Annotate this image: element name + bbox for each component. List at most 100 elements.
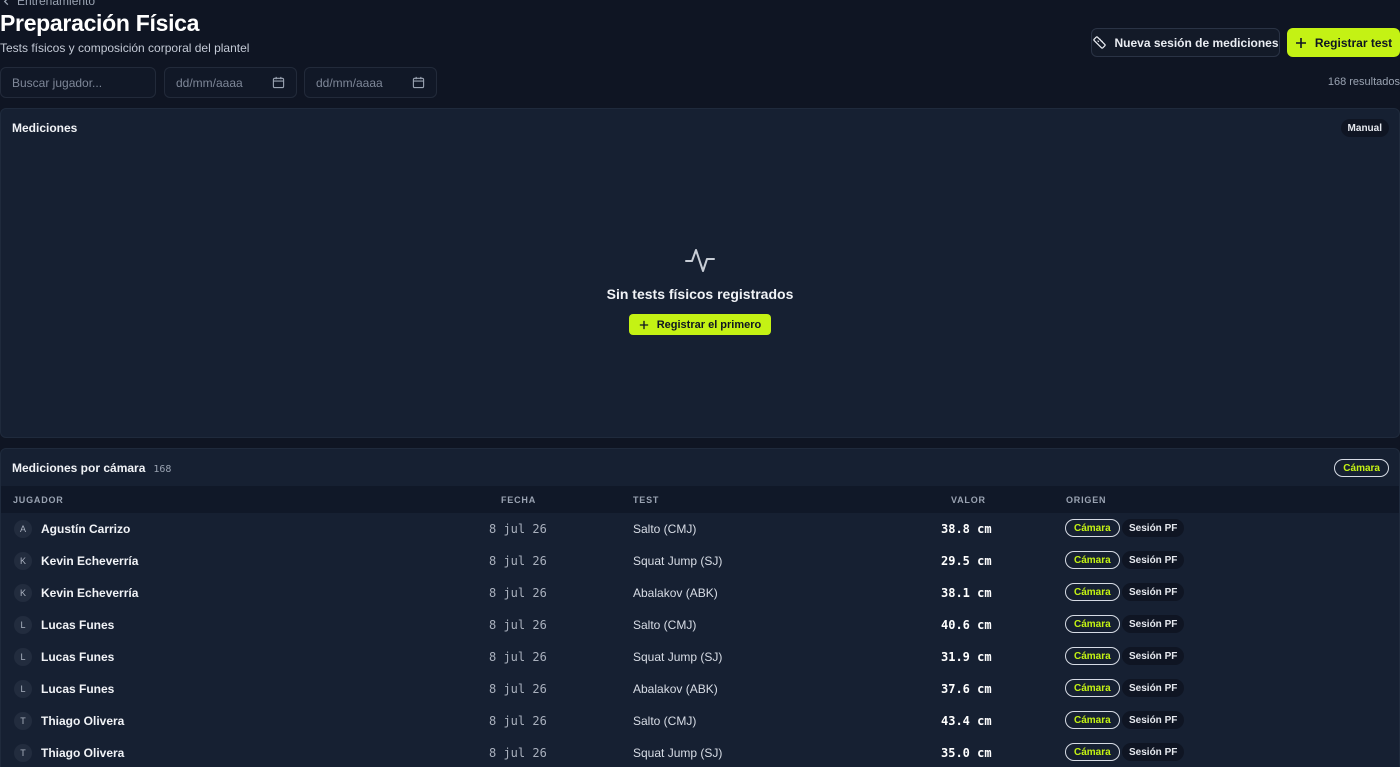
source-badge: Sesión PF <box>1122 679 1185 697</box>
register-first-label: Registrar el primero <box>656 318 762 331</box>
test-name: Salto (CMJ) <box>633 714 697 728</box>
empty-state: Sin tests físicos registrados Registrar … <box>1 244 1399 335</box>
register-test-button[interactable]: Registrar test <box>1287 28 1400 57</box>
search-input[interactable] <box>12 75 144 90</box>
measurement-value: 38.8 cm <box>941 522 992 536</box>
player-name[interactable]: Lucas Funes <box>41 682 114 696</box>
date-to-input[interactable] <box>316 75 412 90</box>
test-name: Abalakov (ABK) <box>633 586 718 600</box>
table-row[interactable]: K Kevin Echeverría 8 jul 26 Squat Jump (… <box>1 545 1399 577</box>
player-name[interactable]: Lucas Funes <box>41 618 114 632</box>
measurement-date: 8 jul 26 <box>489 618 547 632</box>
avatar: T <box>14 744 32 762</box>
origin-badge: Cámara <box>1065 583 1120 601</box>
table-row[interactable]: L Lucas Funes 8 jul 26 Salto (CMJ) 40.6 … <box>1 609 1399 641</box>
source-badge: Sesión PF <box>1122 615 1185 633</box>
table-row[interactable]: A Agustín Carrizo 8 jul 26 Salto (CMJ) 3… <box>1 513 1399 545</box>
table-header: JUGADOR FECHA TEST VALOR ORIGEN <box>1 486 1399 513</box>
measurement-date: 8 jul 26 <box>489 554 547 568</box>
table-row[interactable]: L Lucas Funes 8 jul 26 Abalakov (ABK) 37… <box>1 673 1399 705</box>
avatar: L <box>14 648 32 666</box>
register-first-button[interactable]: Registrar el primero <box>628 314 772 335</box>
register-test-label: Registrar test <box>1314 35 1393 50</box>
measurement-date: 8 jul 26 <box>489 714 547 728</box>
measurement-value: 35.0 cm <box>941 746 992 760</box>
table-row[interactable]: T Thiago Olivera 8 jul 26 Salto (CMJ) 43… <box>1 705 1399 737</box>
avatar: L <box>14 616 32 634</box>
origin-badge: Cámara <box>1065 551 1120 569</box>
camera-measurements-panel: Mediciones por cámara 168 Cámara JUGADOR… <box>0 448 1400 767</box>
back-link[interactable]: Entrenamiento <box>2 0 95 8</box>
measurement-date: 8 jul 26 <box>489 746 547 760</box>
date-from-field[interactable] <box>164 67 297 98</box>
source-badge: Sesión PF <box>1122 743 1185 761</box>
avatar: K <box>14 584 32 602</box>
ruler-icon <box>1093 36 1107 49</box>
date-to-field[interactable] <box>304 67 437 98</box>
source-badge: Sesión PF <box>1122 551 1185 569</box>
measurement-date: 8 jul 26 <box>489 682 547 696</box>
player-name[interactable]: Thiago Olivera <box>41 714 124 728</box>
measurement-value: 29.5 cm <box>941 554 992 568</box>
measurement-date: 8 jul 26 <box>489 586 547 600</box>
date-from-input[interactable] <box>176 75 272 90</box>
column-test[interactable]: TEST <box>633 495 659 505</box>
test-name: Squat Jump (SJ) <box>633 650 723 664</box>
empty-state-text: Sin tests físicos registrados <box>606 286 794 302</box>
avatar: L <box>14 680 32 698</box>
manual-badge: Manual <box>1340 119 1389 137</box>
camera-badge: Cámara <box>1334 459 1389 477</box>
table-row[interactable]: L Lucas Funes 8 jul 26 Squat Jump (SJ) 3… <box>1 641 1399 673</box>
column-origin[interactable]: ORIGEN <box>1066 495 1106 505</box>
measurement-date: 8 jul 26 <box>489 522 547 536</box>
origin-badge: Cámara <box>1065 615 1120 633</box>
test-name: Salto (CMJ) <box>633 618 697 632</box>
table-row[interactable]: K Kevin Echeverría 8 jul 26 Abalakov (AB… <box>1 577 1399 609</box>
test-name: Squat Jump (SJ) <box>633 746 723 760</box>
activity-icon <box>685 249 715 272</box>
player-name[interactable]: Agustín Carrizo <box>41 522 130 536</box>
search-field[interactable] <box>0 67 156 98</box>
calendar-icon[interactable] <box>272 76 285 89</box>
manual-panel-title: Mediciones <box>12 121 78 135</box>
manual-measurements-panel: Mediciones Manual Sin tests físicos regi… <box>0 108 1400 438</box>
results-count: 168 resultados <box>1327 76 1400 88</box>
measurement-value: 43.4 cm <box>941 714 992 728</box>
measurement-value: 31.9 cm <box>941 650 992 664</box>
origin-badge: Cámara <box>1065 679 1120 697</box>
column-date[interactable]: FECHA <box>501 495 536 505</box>
calendar-icon[interactable] <box>412 76 425 89</box>
player-name[interactable]: Lucas Funes <box>41 650 114 664</box>
test-name: Salto (CMJ) <box>633 522 697 536</box>
page-title: Preparación Física <box>0 10 200 36</box>
page-subtitle: Tests físicos y composición corporal del… <box>0 41 250 55</box>
new-session-button[interactable]: Nueva sesión de mediciones <box>1091 28 1280 57</box>
chevron-left-icon <box>3 0 9 5</box>
origin-badge: Cámara <box>1065 711 1120 729</box>
origin-badge: Cámara <box>1065 647 1120 665</box>
measurement-value: 37.6 cm <box>941 682 992 696</box>
avatar: K <box>14 552 32 570</box>
player-name[interactable]: Thiago Olivera <box>41 746 124 760</box>
source-badge: Sesión PF <box>1122 711 1185 729</box>
measurement-date: 8 jul 26 <box>489 650 547 664</box>
table-row[interactable]: T Thiago Olivera 8 jul 26 Squat Jump (SJ… <box>1 737 1399 767</box>
column-value[interactable]: VALOR <box>951 495 986 505</box>
physical-prep-page: Entrenamiento Preparación Física Tests f… <box>0 0 1400 767</box>
avatar: A <box>14 520 32 538</box>
test-name: Squat Jump (SJ) <box>633 554 723 568</box>
player-name[interactable]: Kevin Echeverría <box>41 554 138 568</box>
origin-badge: Cámara <box>1065 519 1120 537</box>
source-badge: Sesión PF <box>1122 647 1185 665</box>
source-badge: Sesión PF <box>1122 583 1185 601</box>
player-name[interactable]: Kevin Echeverría <box>41 586 138 600</box>
back-link-label: Entrenamiento <box>17 0 96 8</box>
test-name: Abalakov (ABK) <box>633 682 718 696</box>
plus-icon <box>639 320 648 329</box>
column-player[interactable]: JUGADOR <box>13 495 64 505</box>
measurement-value: 40.6 cm <box>941 618 992 632</box>
camera-panel-count: 168 <box>153 464 172 475</box>
measurement-value: 38.1 cm <box>941 586 992 600</box>
source-badge: Sesión PF <box>1122 519 1185 537</box>
camera-panel-title: Mediciones por cámara <box>12 461 146 475</box>
